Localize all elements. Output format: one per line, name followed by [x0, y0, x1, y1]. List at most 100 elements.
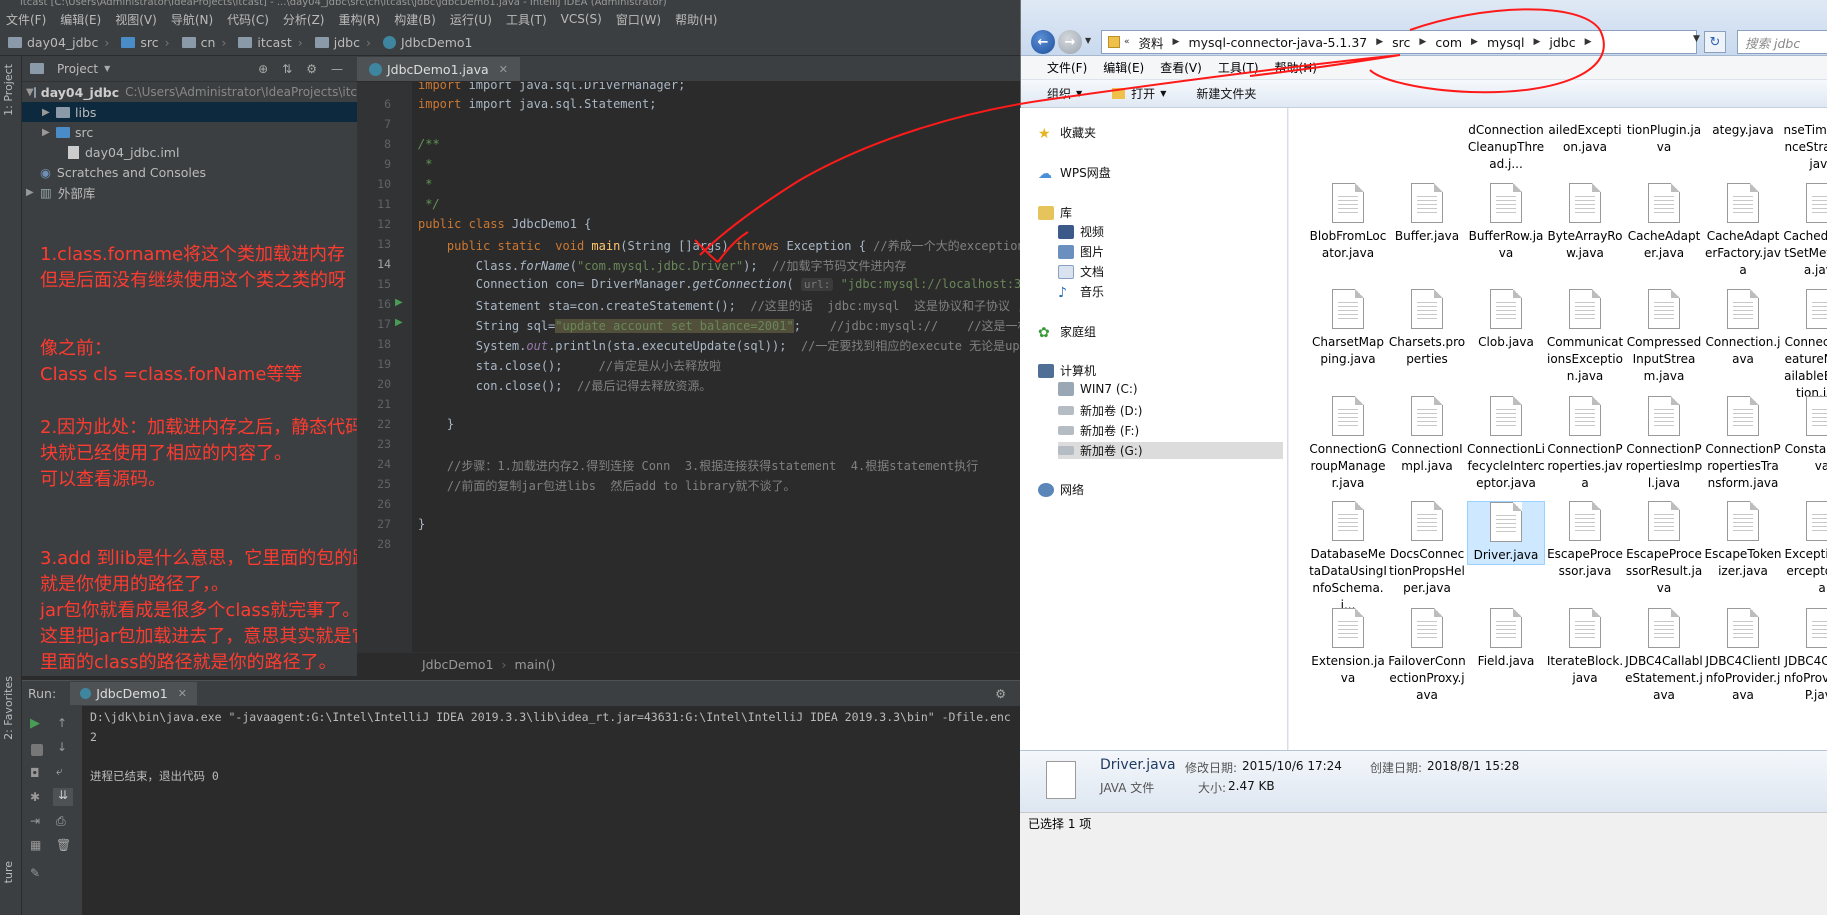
- file-item[interactable]: CharsetMapping.java: [1309, 289, 1387, 368]
- organize-button[interactable]: 组织 ▼: [1047, 85, 1082, 102]
- file-item[interactable]: CachedResultSetMetaData.java: [1783, 183, 1827, 279]
- menu-file[interactable]: 文件(F): [1047, 59, 1087, 76]
- file-item[interactable]: dConnectionCleanupThread.j...: [1467, 122, 1545, 173]
- settings-icon[interactable]: ✱: [30, 790, 40, 804]
- address-seg[interactable]: jdbc: [1549, 35, 1575, 50]
- nav-pictures[interactable]: 图片: [1058, 243, 1104, 260]
- scroll-to-end-icon[interactable]: ⇊: [53, 788, 73, 806]
- file-item[interactable]: IterateBlock.java: [1546, 608, 1624, 687]
- address-seg[interactable]: 资料: [1139, 33, 1164, 52]
- file-item[interactable]: EscapeTokenizer.java: [1704, 501, 1782, 580]
- menu-vcs[interactable]: VCS(S): [561, 12, 602, 26]
- run-tab[interactable]: JdbcDemo1 ✕: [70, 682, 197, 705]
- project-panel-title[interactable]: Project: [57, 62, 98, 76]
- file-item[interactable]: DatabaseMetaDataUsingInfoSchema.j...: [1309, 501, 1387, 614]
- chevron-right-icon[interactable]: ▶: [1585, 37, 1592, 47]
- tree-item-project[interactable]: ▼ day04_jdbc C:\Users\Administrator\Idea…: [22, 82, 357, 102]
- file-item[interactable]: Charsets.properties: [1388, 289, 1466, 368]
- menu-edit[interactable]: 编辑(E): [1103, 59, 1144, 76]
- chevron-right-icon[interactable]: ▶: [42, 127, 56, 138]
- file-item[interactable]: Driver.java: [1467, 501, 1545, 565]
- layout-icon[interactable]: ▦: [30, 838, 41, 852]
- camera-icon[interactable]: ◘: [30, 766, 40, 780]
- rerun-icon[interactable]: ▶: [30, 716, 40, 731]
- refresh-button[interactable]: ↻: [1704, 31, 1726, 53]
- file-item[interactable]: ConnectionImpl.java: [1388, 396, 1466, 475]
- address-seg[interactable]: src: [1392, 35, 1410, 50]
- menu-help[interactable]: 帮助(H): [675, 11, 717, 28]
- chevron-right-icon[interactable]: ▶: [1376, 37, 1383, 47]
- file-item[interactable]: BufferRow.java: [1467, 183, 1545, 262]
- address-seg[interactable]: mysql-connector-java-5.1.37: [1188, 35, 1367, 50]
- tab-project[interactable]: 1: Project: [2, 64, 15, 116]
- menu-navigate[interactable]: 导航(N): [171, 11, 213, 28]
- menu-analyze[interactable]: 分析(Z): [283, 11, 325, 28]
- tree-item-scratches[interactable]: ◉ Scratches and Consoles: [22, 162, 357, 182]
- close-icon[interactable]: ✕: [499, 63, 508, 76]
- chevron-down-icon[interactable]: ▼: [26, 87, 34, 98]
- tree-item-libs[interactable]: ▶ libs: [22, 102, 357, 122]
- nav-homegroup[interactable]: ✿ 家庭组: [1038, 323, 1096, 341]
- file-item[interactable]: JDBC4ClientInfoProvider.java: [1704, 608, 1782, 704]
- tab-structure[interactable]: ture: [2, 861, 15, 883]
- file-item[interactable]: ConnectionProperties.java: [1546, 396, 1624, 492]
- login-icon[interactable]: ⇥: [30, 814, 40, 828]
- gear-icon[interactable]: ⚙: [306, 62, 317, 76]
- menu-code[interactable]: 代码(C): [227, 11, 269, 28]
- locate-icon[interactable]: ⊕: [258, 62, 268, 76]
- file-item[interactable]: ConnectionPropertiesTransform.java: [1704, 396, 1782, 492]
- close-icon[interactable]: ✕: [178, 687, 187, 700]
- file-item[interactable]: Constants.java: [1783, 396, 1827, 475]
- stop-icon[interactable]: [31, 744, 43, 756]
- tree-item-external-libs[interactable]: ▶ ▥ 外部库: [22, 182, 357, 202]
- chevron-down-icon[interactable]: ▼: [104, 64, 110, 73]
- chevron-right-icon[interactable]: ▶: [42, 107, 56, 118]
- crumb-cn[interactable]: cn ›: [181, 35, 233, 50]
- menu-file[interactable]: 文件(F): [6, 11, 46, 28]
- collapse-icon[interactable]: ⇅: [282, 62, 292, 76]
- file-item[interactable]: nseTimeBalanceStrategy.java: [1783, 122, 1827, 173]
- nav-documents[interactable]: 文档: [1058, 263, 1104, 280]
- crumb-jdbc[interactable]: jdbc ›: [314, 35, 377, 50]
- file-item[interactable]: ExceptionInterceptor.java: [1783, 501, 1827, 597]
- file-item[interactable]: FailoverConnectionProxy.java: [1388, 608, 1466, 704]
- file-item[interactable]: Field.java: [1467, 608, 1545, 670]
- file-item[interactable]: Extension.java: [1309, 608, 1387, 687]
- run-console[interactable]: D:\jdk\bin\java.exe "-javaagent:G:\Intel…: [82, 706, 1020, 915]
- chevron-down-icon[interactable]: ▼: [1085, 36, 1091, 45]
- file-item[interactable]: ConnectionGroupManager.java: [1309, 396, 1387, 492]
- nav-wps-cloud[interactable]: ☁ WPS网盘: [1038, 164, 1111, 182]
- address-bar[interactable]: « 资料 ▶ mysql-connector-java-5.1.37 ▶ src ▶ …: [1101, 30, 1697, 54]
- tree-item-src[interactable]: ▶ src: [22, 122, 357, 142]
- print-icon[interactable]: ⎙: [56, 814, 66, 829]
- nav-drive-d[interactable]: 新加卷 (D:): [1058, 402, 1142, 419]
- run-gutter-icon[interactable]: ▶: [395, 317, 403, 328]
- open-button[interactable]: 打开 ▼: [1112, 85, 1166, 102]
- chevron-double-left-icon[interactable]: «: [1124, 37, 1130, 47]
- file-item[interactable]: ConnectionFeatureNotAvailableException.j…: [1783, 289, 1827, 402]
- file-item[interactable]: DocsConnectionPropsHelper.java: [1388, 501, 1466, 597]
- chevron-right-icon[interactable]: ▶: [26, 187, 40, 198]
- file-item[interactable]: ByteArrayRow.java: [1546, 183, 1624, 262]
- nav-network[interactable]: 网络: [1038, 481, 1084, 498]
- chevron-right-icon[interactable]: ▶: [1419, 37, 1426, 47]
- new-folder-button[interactable]: 新建文件夹: [1196, 85, 1256, 102]
- menu-view[interactable]: 视图(V): [115, 11, 157, 28]
- crumb-method[interactable]: main(): [515, 657, 556, 672]
- menu-help[interactable]: 帮助(H): [1275, 59, 1317, 76]
- menu-run[interactable]: 运行(U): [450, 11, 492, 28]
- file-item[interactable]: tionPlugin.java: [1625, 122, 1703, 156]
- tab-favorites[interactable]: 2: Favorites: [2, 676, 15, 740]
- file-item[interactable]: ailedException.java: [1546, 122, 1624, 156]
- tab-jdbcdemo1[interactable]: JdbcDemo1.java ✕: [357, 57, 520, 81]
- menu-window[interactable]: 窗口(W): [616, 11, 661, 28]
- arrow-up-icon[interactable]: ↑: [57, 716, 67, 730]
- file-item[interactable]: Connection.java: [1704, 289, 1782, 368]
- menu-tools[interactable]: 工具(T): [1218, 59, 1259, 76]
- tree-item-iml[interactable]: day04_jdbc.iml: [22, 142, 357, 162]
- menu-refactor[interactable]: 重构(R): [339, 11, 381, 28]
- gear-icon[interactable]: ⚙: [995, 687, 1006, 701]
- forward-button[interactable]: →: [1058, 30, 1082, 54]
- wrap-icon[interactable]: ⤶: [56, 764, 63, 779]
- code-editor[interactable]: import import java.sql.DriverManager; im…: [412, 82, 1020, 652]
